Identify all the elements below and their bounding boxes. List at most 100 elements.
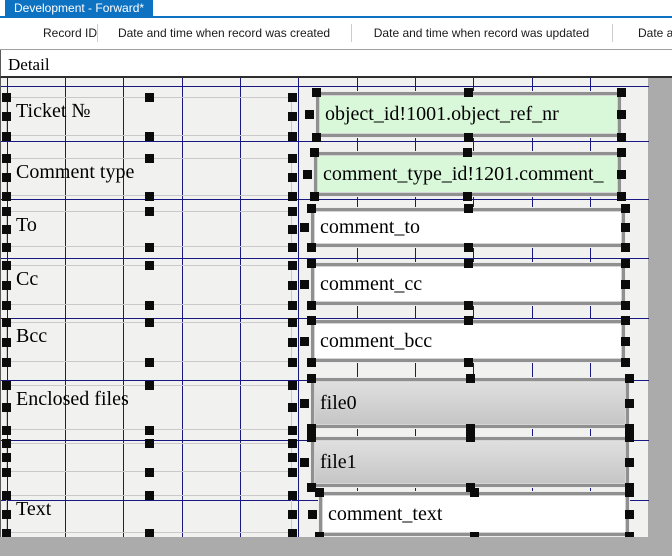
selection-handle[interactable] — [625, 374, 634, 383]
selection-handle[interactable] — [2, 112, 11, 121]
selection-handle[interactable] — [288, 453, 297, 462]
selection-handle[interactable] — [288, 358, 297, 367]
selection-handle[interactable] — [466, 433, 475, 442]
selection-handle[interactable] — [288, 439, 297, 448]
selection-handle[interactable] — [621, 280, 630, 289]
selection-handle[interactable] — [145, 207, 154, 216]
selection-handle[interactable] — [145, 261, 154, 270]
selection-handle[interactable] — [288, 426, 297, 435]
selection-handle[interactable] — [617, 110, 626, 119]
form-field-comment-to[interactable]: comment_to — [311, 208, 625, 247]
selection-handle[interactable] — [300, 458, 309, 467]
selection-handle[interactable] — [300, 280, 309, 289]
selection-handle[interactable] — [2, 207, 11, 216]
selection-handle[interactable] — [288, 403, 297, 412]
selection-handle[interactable] — [145, 439, 154, 448]
form-field-comment-text[interactable]: comment_text — [319, 492, 629, 536]
selection-handle[interactable] — [2, 132, 11, 141]
selection-handle[interactable] — [466, 374, 475, 383]
selection-handle[interactable] — [2, 338, 11, 347]
form-field-comment-type-id-1201-comment[interactable]: comment_type_id!1201.comment_ — [314, 152, 621, 196]
selection-handle[interactable] — [307, 424, 316, 433]
form-label-ticket[interactable]: Ticket № — [6, 97, 292, 136]
selection-handle[interactable] — [621, 204, 630, 213]
selection-handle[interactable] — [310, 148, 319, 157]
column-header-updated[interactable]: Date and time when record was updated — [351, 18, 612, 49]
selection-handle[interactable] — [145, 243, 154, 252]
selection-handle[interactable] — [2, 426, 11, 435]
selection-handle[interactable] — [312, 88, 321, 97]
selection-handle[interactable] — [621, 337, 630, 346]
column-header-truncated[interactable]: Date a — [638, 18, 672, 49]
selection-handle[interactable] — [625, 424, 634, 433]
selection-handle[interactable] — [2, 510, 11, 519]
selection-handle[interactable] — [305, 110, 314, 119]
selection-handle[interactable] — [288, 529, 297, 537]
form-designer-canvas[interactable]: Ticket №object_id!1001.object_ref_nrComm… — [0, 78, 649, 537]
form-label-to[interactable]: To — [6, 211, 292, 247]
selection-handle[interactable] — [288, 510, 297, 519]
selection-handle[interactable] — [466, 424, 475, 433]
form-field-file0[interactable]: file0 — [311, 378, 629, 428]
selection-handle[interactable] — [288, 301, 297, 310]
selection-handle[interactable] — [463, 192, 472, 201]
selection-handle[interactable] — [307, 259, 316, 268]
selection-handle[interactable] — [300, 399, 309, 408]
selection-handle[interactable] — [288, 132, 297, 141]
selection-handle[interactable] — [2, 468, 11, 477]
form-label-enclosed-files[interactable]: Enclosed files — [6, 385, 292, 430]
selection-handle[interactable] — [464, 358, 473, 367]
selection-handle[interactable] — [625, 458, 634, 467]
selection-handle[interactable] — [288, 281, 297, 290]
selection-handle[interactable] — [310, 192, 319, 201]
selection-handle[interactable] — [464, 243, 473, 252]
selection-handle[interactable] — [621, 316, 630, 325]
selection-handle[interactable] — [2, 318, 11, 327]
selection-handle[interactable] — [625, 399, 634, 408]
selection-handle[interactable] — [617, 148, 626, 157]
selection-handle[interactable] — [2, 529, 11, 537]
selection-handle[interactable] — [2, 173, 11, 182]
selection-handle[interactable] — [2, 154, 11, 163]
selection-handle[interactable] — [617, 133, 626, 142]
selection-handle[interactable] — [145, 192, 154, 201]
selection-handle[interactable] — [288, 154, 297, 163]
selection-handle[interactable] — [288, 338, 297, 347]
selection-handle[interactable] — [145, 301, 154, 310]
selection-handle[interactable] — [621, 301, 630, 310]
selection-handle[interactable] — [2, 381, 11, 390]
selection-handle[interactable] — [145, 426, 154, 435]
selection-handle[interactable] — [307, 358, 316, 367]
selection-handle[interactable] — [145, 491, 154, 500]
selection-handle[interactable] — [464, 259, 473, 268]
selection-handle[interactable] — [145, 381, 154, 390]
selection-handle[interactable] — [2, 439, 11, 448]
selection-handle[interactable] — [288, 173, 297, 182]
selection-handle[interactable] — [288, 261, 297, 270]
tab-development-forward[interactable]: Development - Forward* — [5, 0, 153, 16]
form-label-bcc[interactable]: Bcc — [6, 322, 292, 362]
selection-handle[interactable] — [307, 301, 316, 310]
selection-handle[interactable] — [2, 93, 11, 102]
selection-handle[interactable] — [625, 433, 634, 442]
selection-handle[interactable] — [617, 170, 626, 179]
selection-handle[interactable] — [621, 358, 630, 367]
selection-handle[interactable] — [463, 148, 472, 157]
selection-handle[interactable] — [621, 243, 630, 252]
selection-handle[interactable] — [288, 381, 297, 390]
selection-handle[interactable] — [470, 488, 479, 497]
column-header-created[interactable]: Date and time when record was created — [97, 18, 351, 49]
selection-handle[interactable] — [621, 259, 630, 268]
selection-handle[interactable] — [464, 316, 473, 325]
selection-handle[interactable] — [2, 403, 11, 412]
selection-handle[interactable] — [288, 112, 297, 121]
selection-handle[interactable] — [307, 374, 316, 383]
selection-handle[interactable] — [288, 491, 297, 500]
selection-handle[interactable] — [307, 316, 316, 325]
selection-handle[interactable] — [307, 243, 316, 252]
form-field-file1[interactable]: file1 — [311, 437, 629, 487]
selection-handle[interactable] — [464, 133, 473, 142]
selection-handle[interactable] — [2, 301, 11, 310]
selection-handle[interactable] — [2, 225, 11, 234]
selection-handle[interactable] — [470, 532, 479, 537]
